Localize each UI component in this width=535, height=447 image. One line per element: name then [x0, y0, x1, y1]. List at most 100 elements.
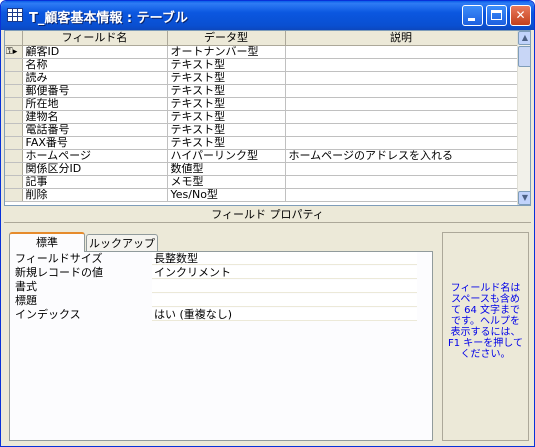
minimize-button[interactable]: [462, 5, 483, 26]
table-row[interactable]: 記事 メモ型: [5, 175, 518, 189]
row-selector-header[interactable]: [5, 31, 23, 46]
field-name-cell[interactable]: 郵便番号: [22, 84, 168, 98]
close-icon: ✕: [515, 8, 526, 22]
data-type-cell[interactable]: テキスト型: [167, 58, 286, 72]
minimize-icon: [468, 18, 475, 21]
property-label: 書式: [15, 280, 37, 293]
field-name-cell[interactable]: 顧客ID: [22, 45, 168, 59]
field-name-cell[interactable]: 読み: [22, 71, 168, 85]
row-selector[interactable]: [5, 149, 23, 163]
row-selector[interactable]: [5, 175, 23, 189]
property-row-format: 書式: [15, 280, 420, 294]
description-cell[interactable]: ホームページのアドレスを入れる: [285, 149, 518, 163]
field-name-cell[interactable]: 所在地: [22, 97, 168, 111]
field-name-cell[interactable]: 名称: [22, 58, 168, 72]
table-row[interactable]: 関係区分ID 数値型: [5, 162, 518, 176]
description-cell[interactable]: [285, 175, 518, 189]
data-type-cell[interactable]: メモ型: [167, 175, 286, 189]
table-row[interactable]: 削除 Yes/No型: [5, 188, 518, 202]
data-type-cell[interactable]: ハイパーリンク型: [167, 149, 286, 163]
column-header-description[interactable]: 説明: [285, 31, 518, 46]
field-table: フィールド名 データ型 説明 ⚿▸ 顧客ID オートナンバー型 名称 テキスト型 読み テキ…: [5, 31, 518, 202]
property-label: フィールドサイズ: [15, 252, 103, 265]
window-title: T_顧客基本情報 : テーブル: [29, 11, 188, 26]
row-selector[interactable]: [5, 84, 23, 98]
data-type-cell[interactable]: テキスト型: [167, 136, 286, 150]
field-size-input[interactable]: 長整数型: [152, 252, 417, 265]
data-type-cell[interactable]: テキスト型: [167, 110, 286, 124]
general-properties-panel: フィールドサイズ 長整数型 新規レコードの値 インクリメント 書式 標題 インデ…: [9, 251, 433, 441]
description-cell[interactable]: [285, 45, 518, 59]
table-row[interactable]: 名称 テキスト型: [5, 58, 518, 72]
scroll-up-button[interactable]: ▲: [518, 31, 530, 45]
field-design-grid: フィールド名 データ型 説明 ⚿▸ 顧客ID オートナンバー型 名称 テキスト型 読み テキ…: [4, 30, 531, 206]
row-selector[interactable]: [5, 97, 23, 111]
field-name-cell[interactable]: 関係区分ID: [22, 162, 168, 176]
column-header-data-type[interactable]: データ型: [167, 31, 286, 46]
field-name-cell[interactable]: 削除: [22, 188, 168, 202]
table-icon: [7, 8, 23, 22]
row-selector[interactable]: ⚿▸: [5, 45, 23, 59]
row-selector[interactable]: [5, 162, 23, 176]
data-type-cell[interactable]: 数値型: [167, 162, 286, 176]
property-row-new-values: 新規レコードの値 インクリメント: [15, 266, 420, 280]
scroll-down-button[interactable]: ▼: [518, 191, 530, 205]
maximize-button[interactable]: [486, 5, 507, 26]
data-type-cell[interactable]: テキスト型: [167, 71, 286, 85]
row-selector[interactable]: [5, 123, 23, 137]
property-row-caption: 標題: [15, 294, 420, 308]
table-row[interactable]: FAX番号 テキスト型: [5, 136, 518, 150]
scroll-thumb[interactable]: [518, 46, 530, 67]
row-selector[interactable]: [5, 71, 23, 85]
field-name-cell[interactable]: 電話番号: [22, 123, 168, 137]
title-bar[interactable]: T_顧客基本情報 : テーブル ✕: [1, 1, 534, 30]
description-cell[interactable]: [285, 188, 518, 202]
property-label: 標題: [15, 294, 37, 307]
description-cell[interactable]: [285, 71, 518, 85]
help-panel: フィールド名はスペースも含めて 64 文字までです。ヘルプを表示するには、F1 …: [442, 232, 529, 441]
table-row[interactable]: ホームページ ハイパーリンク型 ホームページのアドレスを入れる: [5, 149, 518, 163]
description-cell[interactable]: [285, 162, 518, 176]
row-selector[interactable]: [5, 136, 23, 150]
new-values-input[interactable]: インクリメント: [152, 266, 417, 279]
help-text: フィールド名はスペースも含めて 64 文字までです。ヘルプを表示するには、F1 …: [448, 283, 523, 360]
tab-lookup[interactable]: ルックアップ: [86, 234, 158, 252]
property-row-indexed: インデックス はい (重複なし): [15, 308, 420, 322]
close-button[interactable]: ✕: [510, 5, 531, 26]
description-cell[interactable]: [285, 97, 518, 111]
indexed-input[interactable]: はい (重複なし): [152, 308, 417, 321]
grid-header-row: フィールド名 データ型 説明: [5, 31, 518, 46]
field-name-cell[interactable]: FAX番号: [22, 136, 168, 150]
property-label: インデックス: [15, 308, 81, 321]
scroll-down-icon: ▼: [521, 193, 529, 202]
data-type-cell[interactable]: オートナンバー型: [167, 45, 286, 59]
field-name-cell[interactable]: ホームページ: [22, 149, 168, 163]
row-selector[interactable]: [5, 188, 23, 202]
table-row[interactable]: 電話番号 テキスト型: [5, 123, 518, 137]
row-selector[interactable]: [5, 110, 23, 124]
description-cell[interactable]: [285, 84, 518, 98]
vertical-scrollbar[interactable]: ▲ ▼: [517, 31, 530, 205]
column-header-field-name[interactable]: フィールド名: [22, 31, 168, 46]
table-row[interactable]: 所在地 テキスト型: [5, 97, 518, 111]
table-row[interactable]: ⚿▸ 顧客ID オートナンバー型: [5, 45, 518, 59]
table-row[interactable]: 読み テキスト型: [5, 71, 518, 85]
table-row[interactable]: 建物名 テキスト型: [5, 110, 518, 124]
description-cell[interactable]: [285, 123, 518, 137]
data-type-cell[interactable]: Yes/No型: [167, 188, 286, 202]
field-name-cell[interactable]: 記事: [22, 175, 168, 189]
field-properties-header: フィールド プロパティ: [211, 208, 324, 221]
data-type-cell[interactable]: テキスト型: [167, 123, 286, 137]
row-selector[interactable]: [5, 58, 23, 72]
data-type-cell[interactable]: テキスト型: [167, 97, 286, 111]
format-input[interactable]: [152, 280, 417, 293]
caption-input[interactable]: [152, 294, 417, 307]
description-cell[interactable]: [285, 110, 518, 124]
description-cell[interactable]: [285, 136, 518, 150]
table-row[interactable]: 郵便番号 テキスト型: [5, 84, 518, 98]
data-type-cell[interactable]: テキスト型: [167, 84, 286, 98]
field-name-cell[interactable]: 建物名: [22, 110, 168, 124]
tab-general[interactable]: 標準: [9, 232, 85, 252]
description-cell[interactable]: [285, 58, 518, 72]
property-row-field-size: フィールドサイズ 長整数型: [15, 252, 420, 266]
